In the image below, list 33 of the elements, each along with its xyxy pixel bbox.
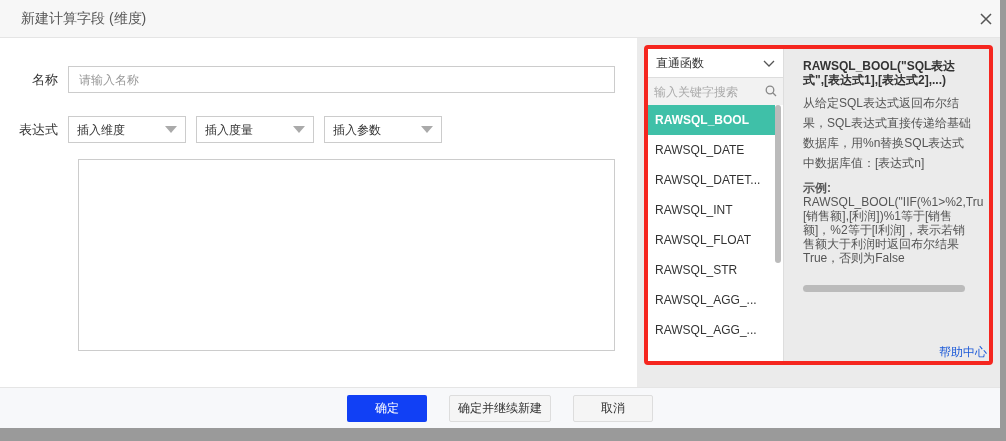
function-item[interactable]: RAWSQL_FLOAT bbox=[648, 225, 775, 255]
function-description: 从给定SQL表达式返回布尔结果，SQL表达式直接传递给基础数据库，用%n替换SQL表达式中数据库值：[表达式n] bbox=[803, 95, 972, 172]
function-signature: RAWSQL_BOOL("SQL表达式",[表达式1],[表达式2],...) bbox=[803, 59, 957, 87]
insert-dropdown[interactable]: 插入参数 bbox=[324, 116, 442, 143]
insert-dropdown[interactable]: 插入维度 bbox=[68, 116, 186, 143]
caret-icon bbox=[165, 126, 177, 133]
function-item[interactable]: RAWSQL_AGG_... bbox=[648, 315, 775, 345]
field-label: 名称 bbox=[31, 70, 59, 89]
scrollbar-thumb[interactable] bbox=[775, 105, 781, 263]
caret-icon bbox=[293, 126, 305, 133]
expression-editor[interactable] bbox=[78, 159, 615, 351]
insert-dropdown[interactable]: 插入度量 bbox=[196, 116, 314, 143]
help-link[interactable]: 帮助中心 bbox=[939, 343, 987, 361]
example-text: RAWSQL_BOOL("IIF(%1>%2,Tru [销售额],[利润])%1等于[销售 额]，%2等于[l利润]，表示若销 售额大于利润时返回布尔结果 True，否则为False bbox=[803, 195, 985, 265]
dialog-button[interactable]: 确定并继续新建 bbox=[449, 394, 551, 422]
confirm-button[interactable]: 确定 bbox=[347, 394, 427, 422]
function-item[interactable]: RAWSQL_DATE bbox=[648, 135, 775, 165]
dialog-title: 新建计算字段 (维度) bbox=[21, 9, 147, 28]
chevron-down-icon bbox=[763, 59, 775, 67]
close-icon[interactable] bbox=[980, 12, 992, 25]
example-label: 示例: bbox=[803, 181, 832, 195]
name-input[interactable]: 请输入名称 bbox=[68, 66, 615, 93]
dialog-button[interactable]: 取消 bbox=[573, 394, 653, 422]
function-item[interactable]: RAWSQL_INT bbox=[648, 195, 775, 225]
function-item[interactable]: RAWSQL_AGG_... bbox=[648, 285, 775, 315]
search-icon bbox=[765, 85, 777, 97]
caret-icon bbox=[421, 126, 433, 133]
function-item[interactable]: RAWSQL_STR bbox=[648, 255, 775, 285]
search-field[interactable]: 输入关键字搜索 bbox=[648, 78, 783, 105]
field-label: 表达式 bbox=[18, 120, 59, 139]
function-item[interactable]: RAWSQL_DATET... bbox=[648, 165, 775, 195]
horizontal-scrollbar[interactable] bbox=[803, 285, 965, 292]
category-dropdown[interactable]: 直通函数 bbox=[648, 49, 783, 78]
